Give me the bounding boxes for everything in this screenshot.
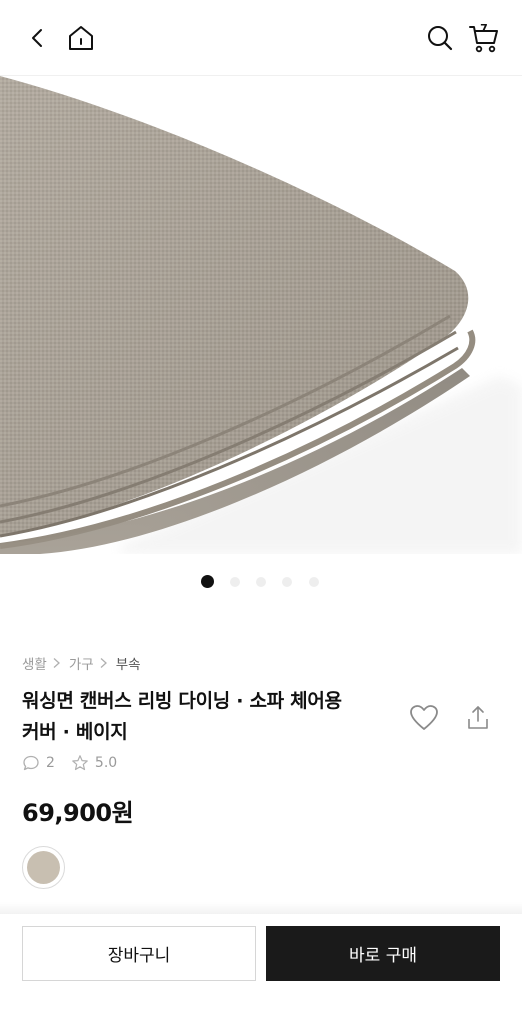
product-title-line2: 커버 · 베이지 xyxy=(22,721,128,743)
color-swatch-beige[interactable] xyxy=(22,846,65,889)
buy-now-button[interactable]: 바로 구매 xyxy=(266,926,500,981)
chevron-right-icon xyxy=(100,658,107,668)
product-title-line1: 워싱면 캔버스 리빙 다이닝 · 소파 체어용 xyxy=(22,690,342,712)
heart-icon xyxy=(410,705,438,730)
product-title: 워싱면 캔버스 리빙 다이닝 · 소파 체어용 커버 · 베이지 xyxy=(22,686,382,748)
cart-count-badge: 7 xyxy=(480,22,488,35)
review-count[interactable]: 2 xyxy=(46,755,55,771)
add-to-cart-button[interactable]: 장바구니 xyxy=(22,926,256,981)
carousel-dot-active[interactable] xyxy=(201,575,214,588)
top-app-bar: 7 xyxy=(0,0,522,76)
back-button[interactable] xyxy=(20,20,56,56)
carousel-dot[interactable] xyxy=(230,577,240,587)
breadcrumb-item-parts[interactable]: 부속 xyxy=(116,653,141,673)
bottom-action-bar: 장바구니 바로 구매 xyxy=(0,914,522,1024)
rating-value: 5.0 xyxy=(94,755,118,771)
search-button[interactable] xyxy=(422,20,458,56)
cart-button[interactable]: 7 xyxy=(466,20,502,56)
breadcrumb: 생활 가구 부속 xyxy=(22,653,141,673)
product-price: 69,900원 xyxy=(22,799,134,827)
product-image[interactable] xyxy=(0,76,522,554)
carousel-dot[interactable] xyxy=(309,577,319,587)
star-icon xyxy=(72,755,88,771)
swatch-color xyxy=(27,851,60,884)
carousel-dot[interactable] xyxy=(282,577,292,587)
comment-icon xyxy=(23,755,39,771)
search-icon xyxy=(428,26,453,51)
carousel-dot[interactable] xyxy=(256,577,266,587)
product-meta: 2 5.0 xyxy=(22,753,117,773)
home-button[interactable] xyxy=(63,20,99,56)
folded-fabric-image xyxy=(0,76,522,554)
share-icon xyxy=(468,706,488,729)
carousel-indicator xyxy=(0,575,522,589)
home-icon xyxy=(69,26,93,50)
share-button[interactable] xyxy=(462,702,494,734)
chevron-right-icon xyxy=(53,658,60,668)
chevron-left-icon xyxy=(32,29,42,47)
breadcrumb-item-furniture[interactable]: 가구 xyxy=(69,653,94,673)
wishlist-button[interactable] xyxy=(408,702,440,734)
breadcrumb-item-life[interactable]: 생활 xyxy=(22,653,47,673)
